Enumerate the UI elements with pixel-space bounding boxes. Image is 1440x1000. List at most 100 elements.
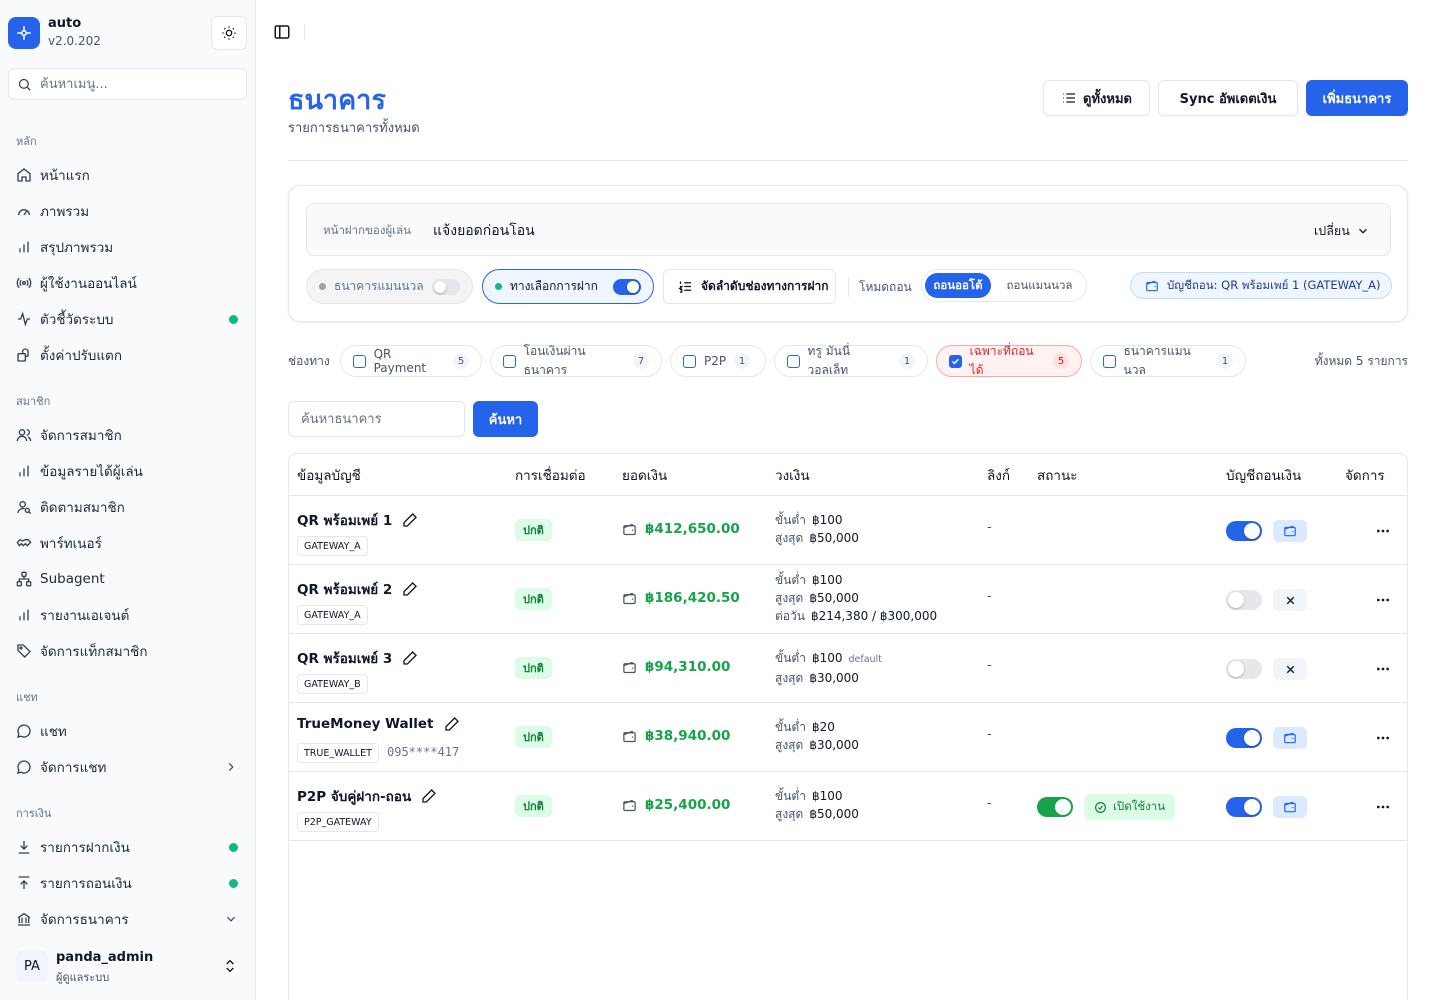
nav-group-label: สมาชิก (16, 395, 51, 408)
limits: ขั้นต่ำ ฿100 สูงสุด ฿50,000 ต่อวัน ฿214,380… (775, 571, 937, 625)
chevron-right-icon (224, 760, 238, 774)
user-search-icon (16, 499, 32, 515)
column-header: บัญชีถอนเงิน (1226, 468, 1302, 484)
mode-manual-option[interactable]: ถอนแมนนวล (997, 273, 1082, 298)
sidebar-item-chat-manage[interactable]: จัดการแชท (8, 753, 248, 781)
more-horizontal-icon (1375, 799, 1391, 815)
manual-bank-label: ธนาคารแมนนวล (334, 279, 424, 293)
sidebar-item-label: จัดการสมาชิก (40, 428, 122, 444)
withdraw-wallet-button[interactable] (1273, 796, 1307, 818)
order-channels-button[interactable]: จัดลำดับช่องทางการฝาก (663, 269, 836, 304)
more-actions-button[interactable] (1373, 521, 1393, 541)
withdraw-account-toggle[interactable] (1226, 659, 1262, 679)
user-menu[interactable]: PA panda_admin ผู้ดูแลระบบ (8, 944, 248, 992)
filter-chip-p2p[interactable]: P2P 1 (670, 345, 766, 377)
search-button[interactable]: ค้นหา (473, 401, 538, 437)
pencil-icon[interactable] (402, 581, 418, 597)
sidebar-item-home[interactable]: หน้าแรก (8, 161, 248, 189)
filter-chip-manual-bank[interactable]: ธนาคารแมนนวล 1 (1090, 344, 1246, 377)
bar-chart-icon (16, 463, 32, 479)
more-actions-button[interactable] (1373, 728, 1393, 748)
status-toggle[interactable] (1037, 797, 1073, 817)
network-icon (16, 571, 32, 587)
mode-auto-option[interactable]: ถอนออโต้ (925, 273, 991, 298)
sidebar-item-settings[interactable]: ตั้งค่าปรับแตก (8, 341, 248, 369)
sidebar-item-label: ภาพรวม (40, 204, 90, 220)
change-label: เปลี่ยน (1314, 223, 1350, 238)
withdraw-disabled-button[interactable] (1273, 589, 1307, 611)
sidebar-toggle-button[interactable] (272, 22, 292, 42)
filter-chip-withdrawable[interactable]: เฉพาะที่ถอนได้ 5 (936, 344, 1082, 377)
sidebar-item-label: ผู้ใช้งานออนไลน์ (40, 276, 137, 292)
sidebar-item-subagent[interactable]: Subagent (8, 565, 248, 593)
wallet-icon (622, 522, 637, 537)
withdraw-account-toggle[interactable] (1226, 521, 1262, 541)
sidebar-item-player-income[interactable]: ข้อมูลรายได้ผู้เล่น (8, 457, 248, 485)
account-name: QR พร้อมเพย์ 3 (297, 647, 418, 669)
menu-search[interactable] (8, 68, 247, 100)
pencil-icon[interactable] (421, 788, 437, 804)
sidebar-item-summary[interactable]: สรุปภาพรวม (8, 233, 248, 261)
table-row: TrueMoney Wallet TRUE_WALLET 095****417 … (289, 703, 1407, 772)
limit-value: ฿50,000 (809, 807, 859, 821)
theme-toggle-button[interactable] (211, 16, 247, 50)
balance: ฿38,940.00 (622, 728, 730, 744)
status-dot (229, 315, 238, 324)
checkbox[interactable] (1103, 354, 1116, 368)
filter-chip-qr-payment[interactable]: QR Payment 5 (340, 345, 482, 377)
nav-group-label: การเงิน (16, 807, 52, 820)
more-actions-button[interactable] (1373, 797, 1393, 817)
link-value: - (987, 658, 992, 673)
more-actions-button[interactable] (1373, 659, 1393, 679)
sidebar-item-members[interactable]: จัดการสมาชิก (8, 421, 248, 449)
manual-bank-toggle[interactable]: ธนาคารแมนนวล (306, 269, 473, 304)
toggle-switch[interactable] (613, 278, 641, 295)
sidebar-item-online-users[interactable]: ผู้ใช้งานออนไลน์ (8, 269, 248, 297)
sidebar-item-deposits[interactable]: รายการฝากเงิน (8, 833, 248, 861)
sidebar-item-overview[interactable]: ภาพรวม (8, 197, 248, 225)
withdraw-account-chip[interactable]: บัญชีถอน: QR พร้อมเพย์ 1 (GATEWAY_A) (1130, 272, 1392, 299)
chip-count: 1 (734, 353, 751, 369)
more-actions-button[interactable] (1373, 590, 1393, 610)
filter-chip-truemoney[interactable]: ทรู มันนี่ วอลเล็ท 1 (774, 344, 928, 377)
sidebar-item-member-tracking[interactable]: ติดตามสมาชิก (8, 493, 248, 521)
sidebar-item-withdrawals[interactable]: รายการถอนเงิน (8, 869, 248, 897)
limit-value: ฿214,380 / ฿300,000 (810, 609, 938, 623)
pencil-icon[interactable] (402, 650, 418, 666)
limit-key: สูงสุด (775, 738, 804, 752)
checkbox[interactable] (353, 354, 366, 368)
checkbox[interactable] (787, 354, 800, 368)
sidebar-item-label: แชท (40, 724, 67, 740)
sync-balance-button[interactable]: Sync อัพเดตเงิน (1158, 80, 1298, 116)
withdraw-account-toggle[interactable] (1226, 797, 1262, 817)
withdraw-wallet-button[interactable] (1273, 727, 1307, 749)
checkbox[interactable] (503, 354, 516, 368)
sidebar-item-label: Subagent (40, 571, 105, 587)
bank-search-input[interactable] (288, 401, 465, 437)
withdraw-account-toggle[interactable] (1226, 590, 1262, 610)
sidebar-item-partner[interactable]: พาร์ทเนอร์ (8, 529, 248, 557)
withdraw-disabled-button[interactable] (1273, 658, 1307, 680)
toggle-switch[interactable] (432, 278, 460, 295)
sidebar-item-agent-report[interactable]: รายงานเอเจนต์ (8, 601, 248, 629)
filter-chip-bank-transfer[interactable]: โอนเงินผ่านธนาคาร 7 (490, 344, 662, 377)
add-bank-button[interactable]: เพิ่มธนาคาร (1306, 80, 1408, 116)
checkbox-checked[interactable] (949, 354, 962, 368)
checkbox[interactable] (683, 354, 696, 368)
pencil-icon[interactable] (444, 716, 460, 732)
menu-search-input[interactable] (40, 76, 220, 92)
sidebar-item-member-tags[interactable]: จัดการแท็กสมาชิก (8, 637, 248, 665)
sidebar-item-system-metrics[interactable]: ตัวชี้วัดระบบ (8, 305, 248, 333)
deposit-options-toggle[interactable]: ทางเลือกการฝาก (482, 269, 654, 304)
download-icon (16, 839, 32, 855)
withdraw-account-toggle[interactable] (1226, 728, 1262, 748)
wallet-icon (1283, 524, 1297, 538)
withdraw-wallet-button[interactable] (1273, 520, 1307, 542)
sidebar-item-chat[interactable]: แชท (8, 717, 248, 745)
sidebar-item-label: ตั้งค่าปรับแตก (40, 348, 123, 364)
pencil-icon[interactable] (402, 512, 418, 528)
view-all-button[interactable]: ดูทั้งหมด (1043, 80, 1150, 116)
sidebar-item-bank-manage[interactable]: จัดการธนาคาร (8, 905, 248, 933)
change-deposit-page-button[interactable]: เปลี่ยน (1314, 221, 1370, 241)
chevron-down-icon (1356, 224, 1370, 238)
